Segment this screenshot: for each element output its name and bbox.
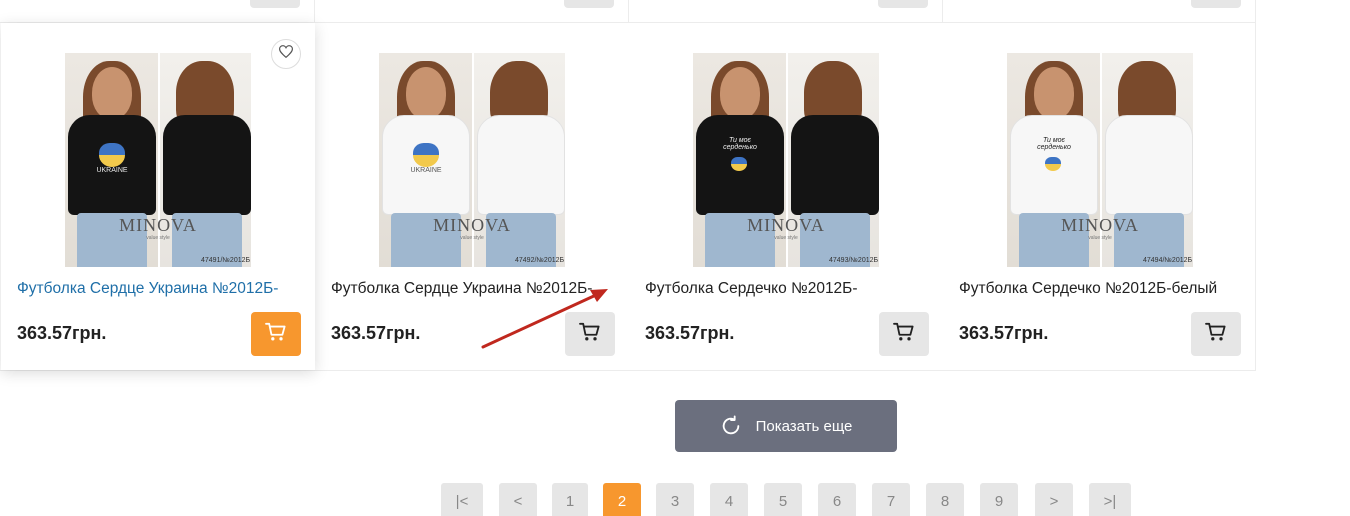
shopping-cart-icon <box>265 322 287 347</box>
page-4-button[interactable]: 4 <box>710 483 748 516</box>
shirt-back <box>791 115 879 215</box>
page-first-button[interactable]: |< <box>441 483 483 516</box>
shopping-cart-icon <box>579 322 601 347</box>
refresh-icon <box>720 415 742 437</box>
product-image[interactable]: Ти моє серденько MINOVA value style 4749… <box>693 53 879 267</box>
cart-button[interactable] <box>878 0 928 8</box>
brand-tagline: value style <box>1088 235 1112 241</box>
page-5-button[interactable]: 5 <box>764 483 802 516</box>
wishlist-button[interactable] <box>271 39 301 69</box>
cart-button[interactable] <box>250 0 300 8</box>
brand-watermark: MINOVA <box>747 215 825 235</box>
brand-tagline: value style <box>460 235 484 241</box>
page-last-button[interactable]: >| <box>1089 483 1131 516</box>
page-8-button[interactable]: 8 <box>926 483 964 516</box>
brand-tagline: value style <box>774 235 798 241</box>
add-to-cart-button[interactable] <box>879 312 929 356</box>
product-code: 47493/№2012Б <box>829 257 879 264</box>
shirt-print-text: Ти моє серденько <box>1037 137 1071 151</box>
product-card[interactable]: Ти моє серденько MINOVA value style 4749… <box>629 23 943 370</box>
add-to-cart-button[interactable] <box>565 312 615 356</box>
product-code: 47494/№2012Б <box>1143 257 1193 264</box>
shopping-cart-icon <box>893 322 915 347</box>
cart-button[interactable] <box>564 0 614 8</box>
page-6-button[interactable]: 6 <box>818 483 856 516</box>
column-divider <box>1255 0 1256 371</box>
page-prev-button[interactable]: < <box>499 483 537 516</box>
shirt-print-text: UKRAINE <box>96 167 128 174</box>
product-price: 363.57грн. <box>959 323 1049 343</box>
product-grid: UKRAINE MINOVA value style 47491/№2012Б … <box>0 0 1256 371</box>
page-7-button[interactable]: 7 <box>872 483 910 516</box>
load-more-button[interactable]: Показать еще <box>675 400 897 452</box>
shirt-back <box>477 115 565 215</box>
shirt-back <box>1105 115 1193 215</box>
add-to-cart-button[interactable] <box>1191 312 1241 356</box>
shirt-print-text: UKRAINE <box>410 167 442 174</box>
product-price: 363.57грн. <box>331 323 421 343</box>
shirt-print-heart <box>1045 157 1061 171</box>
page-2-button[interactable]: 2 <box>603 483 641 516</box>
heart-outline-icon <box>278 45 294 63</box>
brand-watermark: MINOVA <box>119 215 197 235</box>
shirt-print-heart <box>731 157 747 171</box>
product-card[interactable]: UKRAINE MINOVA value style 47491/№2012Б … <box>1 23 315 370</box>
product-image[interactable]: Ти моє серденько MINOVA value style 4749… <box>1007 53 1193 267</box>
page-3-button[interactable]: 3 <box>656 483 694 516</box>
page-1-button[interactable]: 1 <box>552 483 588 516</box>
brand-watermark: MINOVA <box>1061 215 1139 235</box>
product-title[interactable]: Футболка Сердце Украина №2012Б- <box>331 280 621 298</box>
shirt-print-text: Ти моє серденько <box>723 137 757 151</box>
product-code: 47492/№2012Б <box>515 257 565 264</box>
product-price: 363.57грн. <box>645 323 735 343</box>
product-card[interactable]: UKRAINE MINOVA value style 47492/№2012Б … <box>315 23 629 370</box>
shirt-back <box>163 115 251 215</box>
load-more-label: Показать еще <box>755 417 853 435</box>
product-title[interactable]: Футболка Сердце Украина №2012Б- <box>17 280 307 298</box>
page-next-button[interactable]: > <box>1035 483 1073 516</box>
brand-tagline: value style <box>146 235 170 241</box>
brand-watermark: MINOVA <box>433 215 511 235</box>
cart-button[interactable] <box>1191 0 1241 8</box>
shopping-cart-icon <box>1205 322 1227 347</box>
product-title[interactable]: Футболка Сердечко №2012Б-белый <box>959 280 1249 298</box>
product-title[interactable]: Футболка Сердечко №2012Б- <box>645 280 935 298</box>
product-card[interactable]: Ти моє серденько MINOVA value style 4749… <box>943 23 1255 370</box>
product-code: 47491/№2012Б <box>201 257 251 264</box>
product-image[interactable]: UKRAINE MINOVA value style 47492/№2012Б <box>379 53 565 267</box>
page-9-button[interactable]: 9 <box>980 483 1018 516</box>
product-image[interactable]: UKRAINE MINOVA value style 47491/№2012Б <box>65 53 251 267</box>
add-to-cart-button[interactable] <box>251 312 301 356</box>
product-price: 363.57грн. <box>17 323 107 343</box>
